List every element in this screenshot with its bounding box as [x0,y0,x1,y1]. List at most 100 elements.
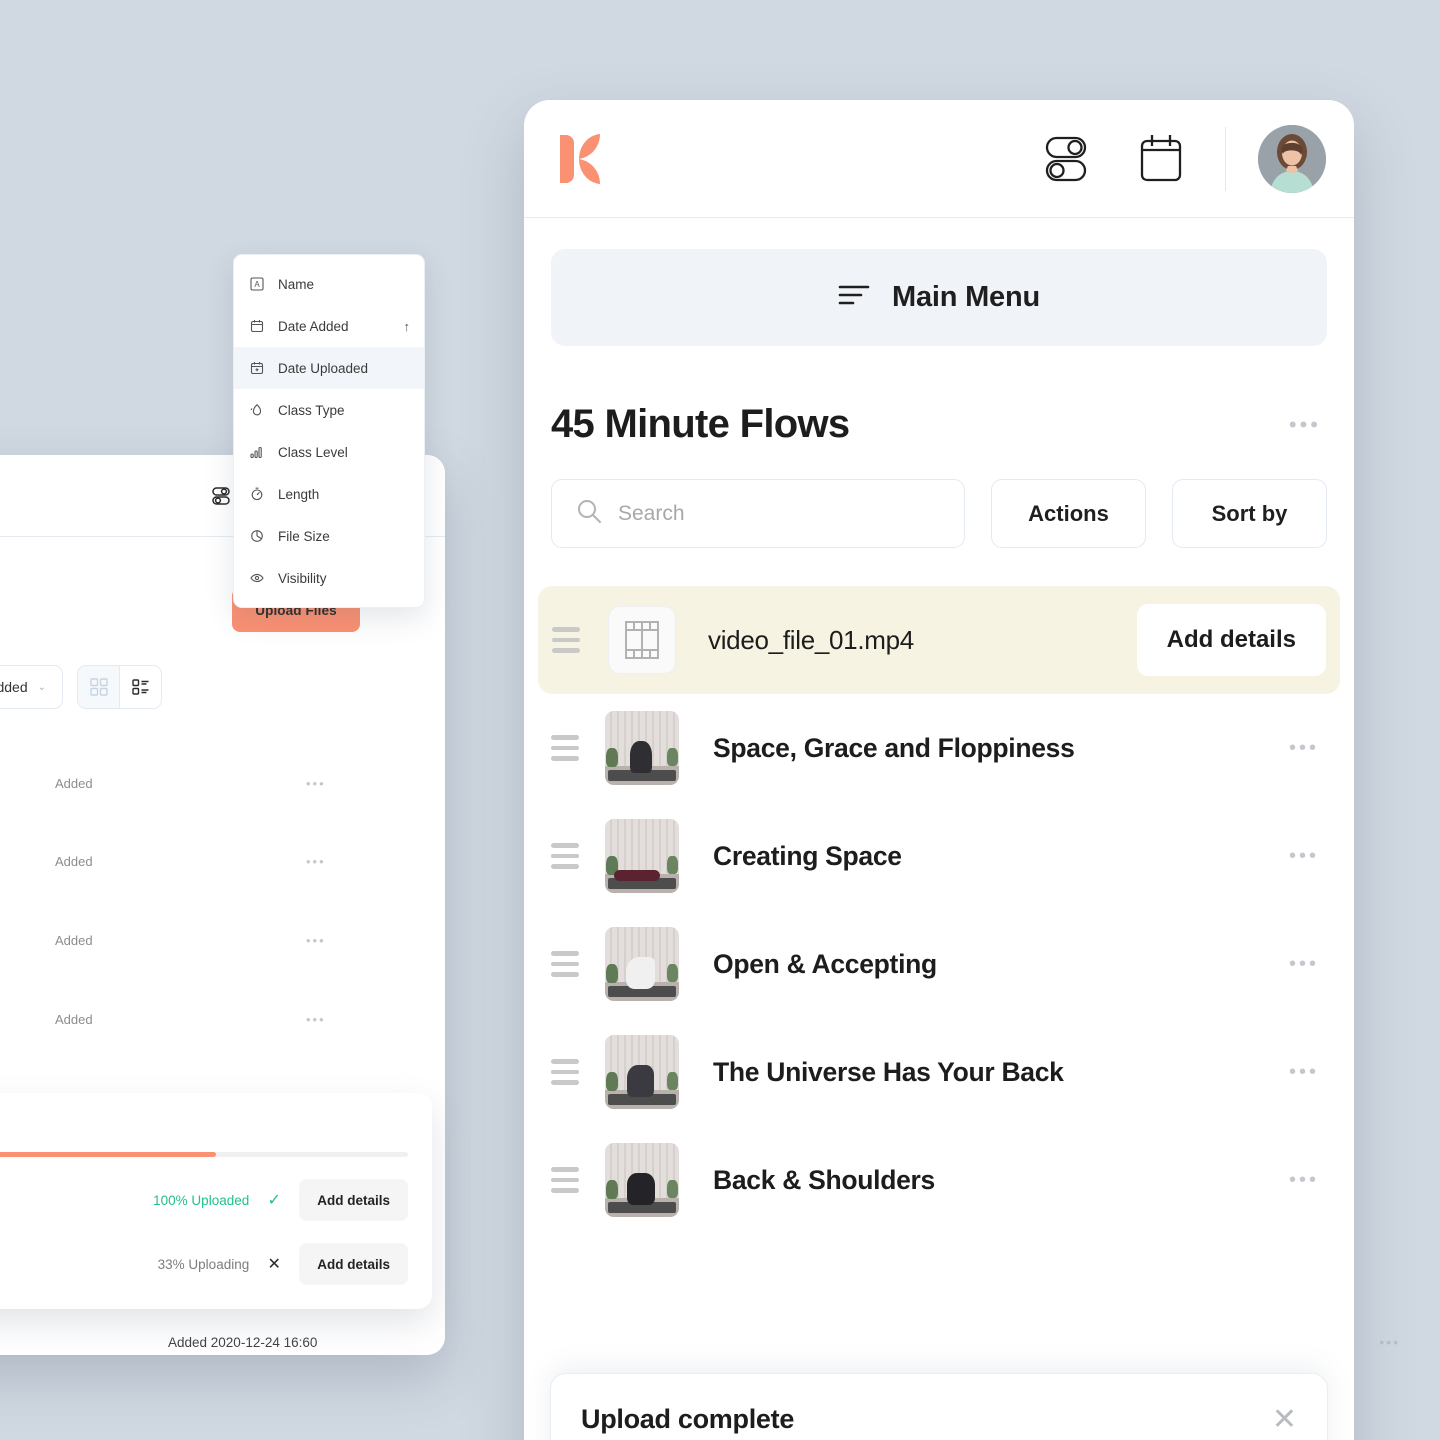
upload-progress-bar [0,1152,408,1157]
sort-by-menu: A Name Date Added ↑ Date Uploaded Class … [233,254,425,608]
sort-menu-item-date-added[interactable]: Date Added ↑ [234,305,424,347]
toggle-switch-icon[interactable] [209,484,233,508]
toggle-switch-icon[interactable] [1043,134,1091,184]
row-more-button[interactable]: ••• [1289,737,1327,760]
view-toggle [77,665,163,709]
flame-icon [248,403,266,417]
menu-lines-icon [838,282,870,313]
search-input[interactable] [618,501,940,526]
list-row-upload[interactable]: video_file_01.mp4 Add details [538,586,1340,694]
bar-levels-icon [248,445,266,459]
upload-file-status: 33% Uploading [157,1256,250,1272]
k-logo[interactable] [556,131,606,187]
header-icons [1043,133,1185,185]
toast-header: Upload complete ✕ [581,1404,1297,1435]
sort-menu-label: Class Level [278,444,348,460]
page-title-row: 45 Minute Flows ••• [551,402,1327,447]
main-menu-button[interactable]: Main Menu [551,249,1327,346]
actions-button[interactable]: Actions [991,479,1146,548]
sort-menu-item-date-uploaded[interactable]: Date Uploaded [234,347,424,389]
upload-file-row: mp4 100% Uploaded ✓ Add details [0,1179,408,1221]
sort-menu-label: Length [278,486,320,502]
sort-menu-item-length[interactable]: Length [234,473,424,515]
upload-progress-bar-fill [0,1152,217,1157]
film-strip-icon [608,606,676,674]
row-more-button[interactable]: ••• [1289,845,1327,868]
added-label: Added [55,933,93,948]
video-thumbnail [605,1143,679,1217]
close-icon[interactable]: ✕ [1272,1404,1297,1435]
sort-menu-item-visibility[interactable]: Visibility [234,557,424,599]
add-details-button[interactable]: Add details [1136,604,1326,676]
pie-chart-icon [248,529,266,543]
video-thumbnail [605,1035,679,1109]
page-more-button[interactable]: ••• [1289,412,1327,438]
drag-handle-icon[interactable] [551,735,591,761]
upload-file-status: 100% Uploaded [153,1192,250,1208]
row-more-dots[interactable]: ••• [306,933,326,948]
drag-handle-icon[interactable] [552,627,592,653]
row-more-dots[interactable]: ••• [306,1012,326,1027]
sort-by-button[interactable]: Sort by [1172,479,1327,548]
upload-progress-card: 2 of 3 mp4 100% Uploaded ✓ Add details O… [0,1093,432,1309]
sort-dropdown-label: Sort by date added [0,679,28,695]
drag-handle-icon[interactable] [551,843,591,869]
sort-menu-label: Date Added [278,318,349,334]
added-label: Added [55,776,93,791]
sort-dropdown[interactable]: Sort by date added ⌄ [0,665,64,709]
app-window: Main Menu 45 Minute Flows ••• Actions So… [524,100,1354,1440]
list-row[interactable]: Back & Shoulders ••• [524,1126,1354,1234]
upload-complete-toast: Upload complete ✕ video_file_01.mp4 345M… [550,1373,1328,1440]
row-more-button[interactable]: ••• [1289,1061,1327,1084]
list-row[interactable]: The Universe Has Your Back ••• [524,1018,1354,1126]
stopwatch-icon [248,487,266,501]
sort-menu-label: Class Type [278,402,345,418]
row-more-dots[interactable]: ••• [1379,1334,1400,1350]
upload-progress-title: 2 of 3 [0,1115,408,1134]
upload-file-row: OMP.mov 33% Uploading ✕ Add details [0,1243,408,1285]
list-row-title: Back & Shoulders [713,1164,935,1195]
added-label: Added [55,854,93,869]
sort-menu-item-class-level[interactable]: Class Level [234,431,424,473]
video-thumbnail [605,927,679,1001]
controls-row: Actions Sort by [551,479,1327,548]
added-label: Added [55,1012,93,1027]
row-more-button[interactable]: ••• [1289,953,1327,976]
list-row[interactable]: Open & Accepting ••• [524,910,1354,1018]
search-icon [576,498,602,529]
page-title: 45 Minute Flows [551,402,850,446]
sort-menu-item-file-size[interactable]: File Size [234,515,424,557]
calendar-icon [248,319,266,333]
list-row[interactable]: Space, Grace and Floppiness ••• [524,694,1354,802]
video-thumbnail [605,819,679,893]
sort-menu-item-name[interactable]: A Name [234,263,424,305]
add-details-button[interactable]: Add details [299,1179,408,1221]
drag-handle-icon[interactable] [551,1167,591,1193]
add-details-button[interactable]: Add details [299,1243,408,1285]
chevron-down-icon: ⌄ [37,681,47,693]
list-row-title: video_file_01.mp4 [708,624,914,655]
grid-view-icon[interactable] [78,666,120,708]
upload-file-name: OMP.mov [0,1256,144,1272]
sort-menu-item-class-type[interactable]: Class Type [234,389,424,431]
header-divider [1225,126,1226,191]
drag-handle-icon[interactable] [551,1059,591,1085]
search-box[interactable] [551,479,965,548]
background-window-controls: Actions ⌄ Sort by date added ⌄ [0,665,163,709]
svg-text:A: A [254,280,260,289]
row-more-dots[interactable]: ••• [306,776,326,791]
user-avatar[interactable] [1258,124,1326,193]
letter-a-icon: A [248,277,266,291]
video-list: video_file_01.mp4 Add details Space, Gra… [524,586,1354,1234]
row-more-button[interactable]: ••• [1289,1169,1327,1192]
cancel-upload-icon[interactable]: ✕ [263,1254,285,1274]
calendar-icon[interactable] [1137,133,1185,185]
list-row-title: Space, Grace and Floppiness [713,732,1075,763]
row-more-dots[interactable]: ••• [306,854,326,869]
list-row[interactable]: Creating Space ••• [524,802,1354,910]
drag-handle-icon[interactable] [551,951,591,977]
list-view-icon[interactable] [120,666,162,708]
eye-icon [248,571,266,585]
app-header [524,100,1354,218]
video-thumbnail [605,711,679,785]
